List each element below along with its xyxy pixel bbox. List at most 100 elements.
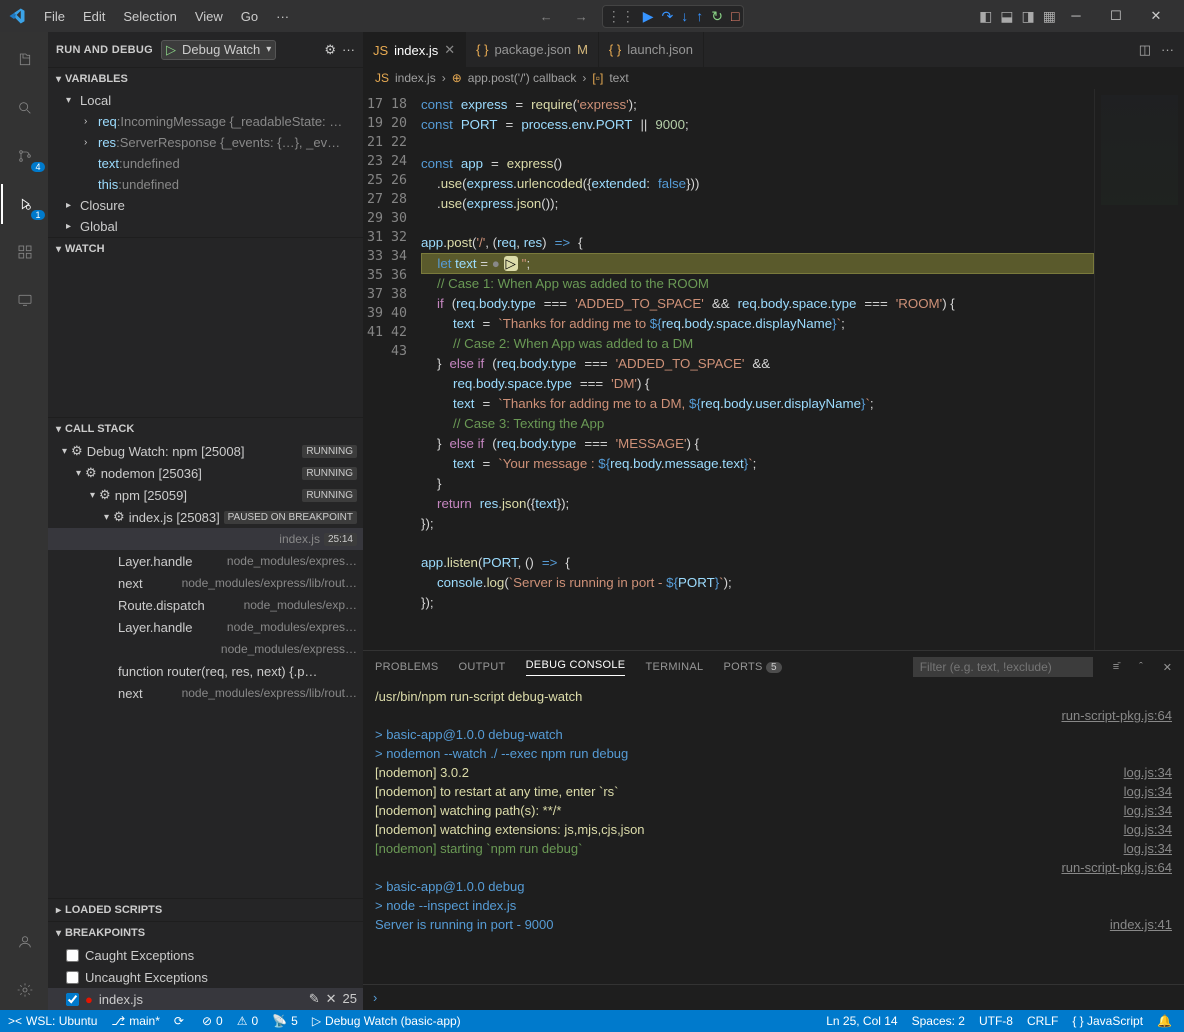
activity-search[interactable] — [1, 88, 49, 128]
breadcrumb-part[interactable]: app.post('/') callback — [468, 71, 577, 85]
menu-selection[interactable]: Selection — [115, 5, 184, 28]
close-icon[interactable]: ✕ — [444, 42, 455, 58]
stack-frame[interactable]: index.js25:14 — [48, 528, 363, 550]
layout-panel-right-icon[interactable]: ◨ — [1022, 8, 1035, 25]
window-minimize-icon[interactable]: ─ — [1056, 8, 1096, 24]
remove-icon[interactable]: ✕ — [326, 991, 337, 1007]
account-icon[interactable] — [1, 922, 49, 962]
step-into-icon[interactable]: ↓ — [681, 8, 688, 24]
callstack-row[interactable]: ▾⚙Debug Watch: npm [25008]RUNNING — [48, 440, 363, 462]
chevron-up-icon[interactable]: ˆ — [1139, 661, 1143, 673]
scope-local[interactable]: ▾Local — [48, 90, 363, 111]
window-close-icon[interactable]: ✕ — [1136, 8, 1176, 24]
menu-edit[interactable]: Edit — [75, 5, 113, 28]
layout-panel-bottom-icon[interactable]: ⬓ — [1000, 8, 1013, 25]
status-item[interactable]: 📡5 — [272, 1014, 298, 1028]
continue-icon[interactable]: ▶ — [643, 8, 654, 25]
clear-icon[interactable]: ≡̄ — [1113, 661, 1119, 673]
watch-header[interactable]: ▾WATCH — [48, 238, 363, 260]
debug-config-select[interactable]: ▷ Debug Watch ▾ — [161, 40, 276, 60]
window-maximize-icon[interactable]: ☐ — [1096, 8, 1136, 24]
menu-go[interactable]: Go — [233, 5, 266, 28]
activity-explorer[interactable] — [1, 40, 49, 80]
tab-package.json[interactable]: { }package.jsonM — [466, 32, 599, 67]
status-item[interactable]: UTF-8 — [979, 1014, 1013, 1028]
stack-frame[interactable]: Layer.handlenode_modules/expres… — [48, 616, 363, 638]
breadcrumb-part[interactable]: › — [442, 71, 446, 85]
variables-header[interactable]: ▾VARIABLES — [48, 68, 363, 90]
more-icon[interactable]: ··· — [342, 42, 355, 57]
panel-tab-output[interactable]: OUTPUT — [459, 661, 506, 673]
source-link[interactable]: log.js:34 — [1124, 801, 1172, 820]
variable-row[interactable]: ›req: IncomingMessage {_readableState: … — [48, 111, 363, 132]
breakpoint-checkbox[interactable] — [66, 949, 79, 962]
step-out-icon[interactable]: ↑ — [696, 8, 703, 24]
stack-frame[interactable]: Route.dispatchnode_modules/exp… — [48, 594, 363, 616]
minimap[interactable] — [1094, 89, 1184, 650]
status-item[interactable]: { } JavaScript — [1072, 1014, 1143, 1028]
nav-back-icon[interactable]: ← — [532, 9, 561, 24]
debug-console-input[interactable]: › — [363, 984, 1184, 1010]
breadcrumb-part[interactable]: ⊕ — [452, 71, 462, 85]
breakpoint-row[interactable]: Caught Exceptions — [48, 944, 363, 966]
scope-global[interactable]: ▸Global — [48, 216, 363, 237]
callstack-row[interactable]: ▾⚙npm [25059]RUNNING — [48, 484, 363, 506]
callstack-row[interactable]: ▾⚙index.js [25083]PAUSED ON BREAKPOINT — [48, 506, 363, 528]
breakpoint-checkbox[interactable] — [66, 993, 79, 1006]
breadcrumb-part[interactable]: › — [582, 71, 586, 85]
source-link[interactable]: run-script-pkg.js:64 — [1061, 706, 1172, 725]
panel-tab-problems[interactable]: PROBLEMS — [375, 661, 439, 673]
settings-icon[interactable] — [1, 970, 49, 1010]
menu-file[interactable]: File — [36, 5, 73, 28]
breadcrumb[interactable]: JS index.js › ⊕ app.post('/') callback ›… — [363, 67, 1184, 89]
status-item[interactable]: ⊘0 — [202, 1014, 223, 1028]
breakpoint-row[interactable]: Uncaught Exceptions — [48, 966, 363, 988]
stack-frame[interactable]: function router(req, res, next) {.p… — [48, 660, 363, 682]
callstack-header[interactable]: ▾CALL STACK — [48, 418, 363, 440]
more-actions-icon[interactable]: ··· — [1161, 42, 1174, 57]
activity-remote[interactable] — [1, 280, 49, 320]
panel-tab-terminal[interactable]: TERMINAL — [645, 661, 703, 673]
breakpoints-header[interactable]: ▾BREAKPOINTS — [48, 922, 363, 944]
stack-frame[interactable]: Layer.handlenode_modules/expres… — [48, 550, 363, 572]
status-item[interactable]: ▷Debug Watch (basic-app) — [312, 1014, 461, 1028]
loaded-scripts-header[interactable]: ▸LOADED SCRIPTS — [48, 899, 363, 921]
gear-icon[interactable]: ⚙ — [324, 42, 336, 58]
activity-extensions[interactable] — [1, 232, 49, 272]
tab-launch.json[interactable]: { }launch.json — [599, 32, 704, 67]
status-item[interactable]: ⟳ — [174, 1014, 188, 1028]
scope-closure[interactable]: ▸Closure — [48, 195, 363, 216]
breadcrumb-part[interactable]: [▫] — [592, 71, 603, 85]
status-item[interactable]: CRLF — [1027, 1014, 1058, 1028]
status-item[interactable]: Spaces: 2 — [912, 1014, 965, 1028]
stack-frame[interactable]: node_modules/express… — [48, 638, 363, 660]
grip-icon[interactable]: ⋮⋮ — [607, 8, 635, 25]
variable-row[interactable]: this: undefined — [48, 174, 363, 195]
tab-index.js[interactable]: JSindex.js✕ — [363, 32, 466, 67]
breadcrumb-part[interactable]: index.js — [395, 71, 436, 85]
callstack-row[interactable]: ▾⚙nodemon [25036]RUNNING — [48, 462, 363, 484]
nav-forward-icon[interactable]: → — [567, 9, 596, 24]
stack-frame[interactable]: nextnode_modules/express/lib/rout… — [48, 682, 363, 704]
variable-row[interactable]: text: undefined — [48, 153, 363, 174]
breakpoint-checkbox[interactable] — [66, 971, 79, 984]
layout-panel-left-icon[interactable]: ◧ — [979, 8, 992, 25]
source-link[interactable]: log.js:34 — [1124, 782, 1172, 801]
step-over-icon[interactable]: ↷ — [662, 8, 674, 25]
source-link[interactable]: index.js:41 — [1110, 915, 1172, 934]
stop-icon[interactable]: □ — [731, 8, 739, 24]
status-item[interactable]: Ln 25, Col 14 — [826, 1014, 897, 1028]
breadcrumb-part[interactable]: JS — [375, 71, 389, 85]
activity-source-control[interactable]: 4 — [1, 136, 49, 176]
filter-input[interactable] — [913, 657, 1093, 677]
editor[interactable]: 17 18 19 20 21 22 23 24 25 26 27 28 29 3… — [363, 89, 1184, 650]
source-link[interactable]: log.js:34 — [1124, 763, 1172, 782]
menu-view[interactable]: View — [187, 5, 231, 28]
source-link[interactable]: run-script-pkg.js:64 — [1061, 858, 1172, 877]
layout-customize-icon[interactable]: ▦ — [1043, 8, 1056, 25]
status-item[interactable]: ><WSL: Ubuntu — [8, 1014, 97, 1028]
status-item[interactable]: ⚠0 — [237, 1014, 258, 1028]
code[interactable]: const express = require('express'); cons… — [421, 89, 1094, 650]
source-link[interactable]: log.js:34 — [1124, 839, 1172, 858]
status-item[interactable]: ⎇main* — [111, 1014, 160, 1028]
